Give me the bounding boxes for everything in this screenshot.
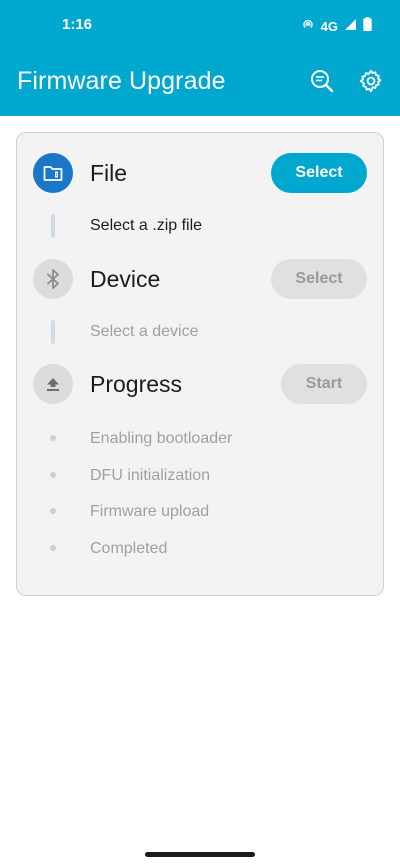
step-enabling-bootloader: Enabling bootloader [90, 430, 233, 447]
step-completed: Completed [90, 540, 168, 557]
file-connector [51, 214, 55, 238]
select-file-button[interactable]: Select [271, 153, 367, 193]
battery-icon [363, 17, 372, 36]
network-type: 4G [320, 19, 338, 34]
settings-button[interactable] [356, 68, 386, 98]
step-firmware-upload: Firmware upload [90, 503, 210, 520]
device-section-title: Device [90, 266, 161, 292]
status-time: 1:16 [62, 16, 93, 33]
start-button[interactable]: Start [281, 364, 367, 404]
step-dot [50, 545, 56, 551]
signal-icon [344, 18, 357, 36]
scan-button[interactable] [307, 68, 337, 98]
file-subtitle: Select a .zip file [90, 217, 203, 234]
status-bar: 1:16 4G [0, 0, 400, 52]
gear-icon [359, 69, 383, 98]
status-icons: 4G [301, 17, 372, 36]
progress-section-title: Progress [90, 371, 183, 397]
file-section-title: File [90, 160, 128, 186]
hotspot-icon [301, 17, 315, 36]
device-connector [51, 320, 55, 344]
step-dot [50, 472, 56, 478]
upload-icon [33, 364, 73, 404]
app-bar: 1:16 4G Firmware Upgrade [0, 0, 400, 116]
bluetooth-icon [33, 259, 73, 299]
page-title: Firmware Upgrade [17, 67, 226, 95]
scan-icon [309, 68, 335, 99]
folder-icon [33, 153, 73, 193]
select-device-button[interactable]: Select [271, 259, 367, 299]
step-dfu-initialization: DFU initialization [90, 467, 211, 484]
home-indicator[interactable] [145, 852, 255, 857]
step-dot [50, 435, 56, 441]
device-subtitle: Select a device [90, 323, 199, 340]
step-dot [50, 508, 56, 514]
dfu-card: File Select Select a .zip file Device Se… [16, 132, 384, 596]
